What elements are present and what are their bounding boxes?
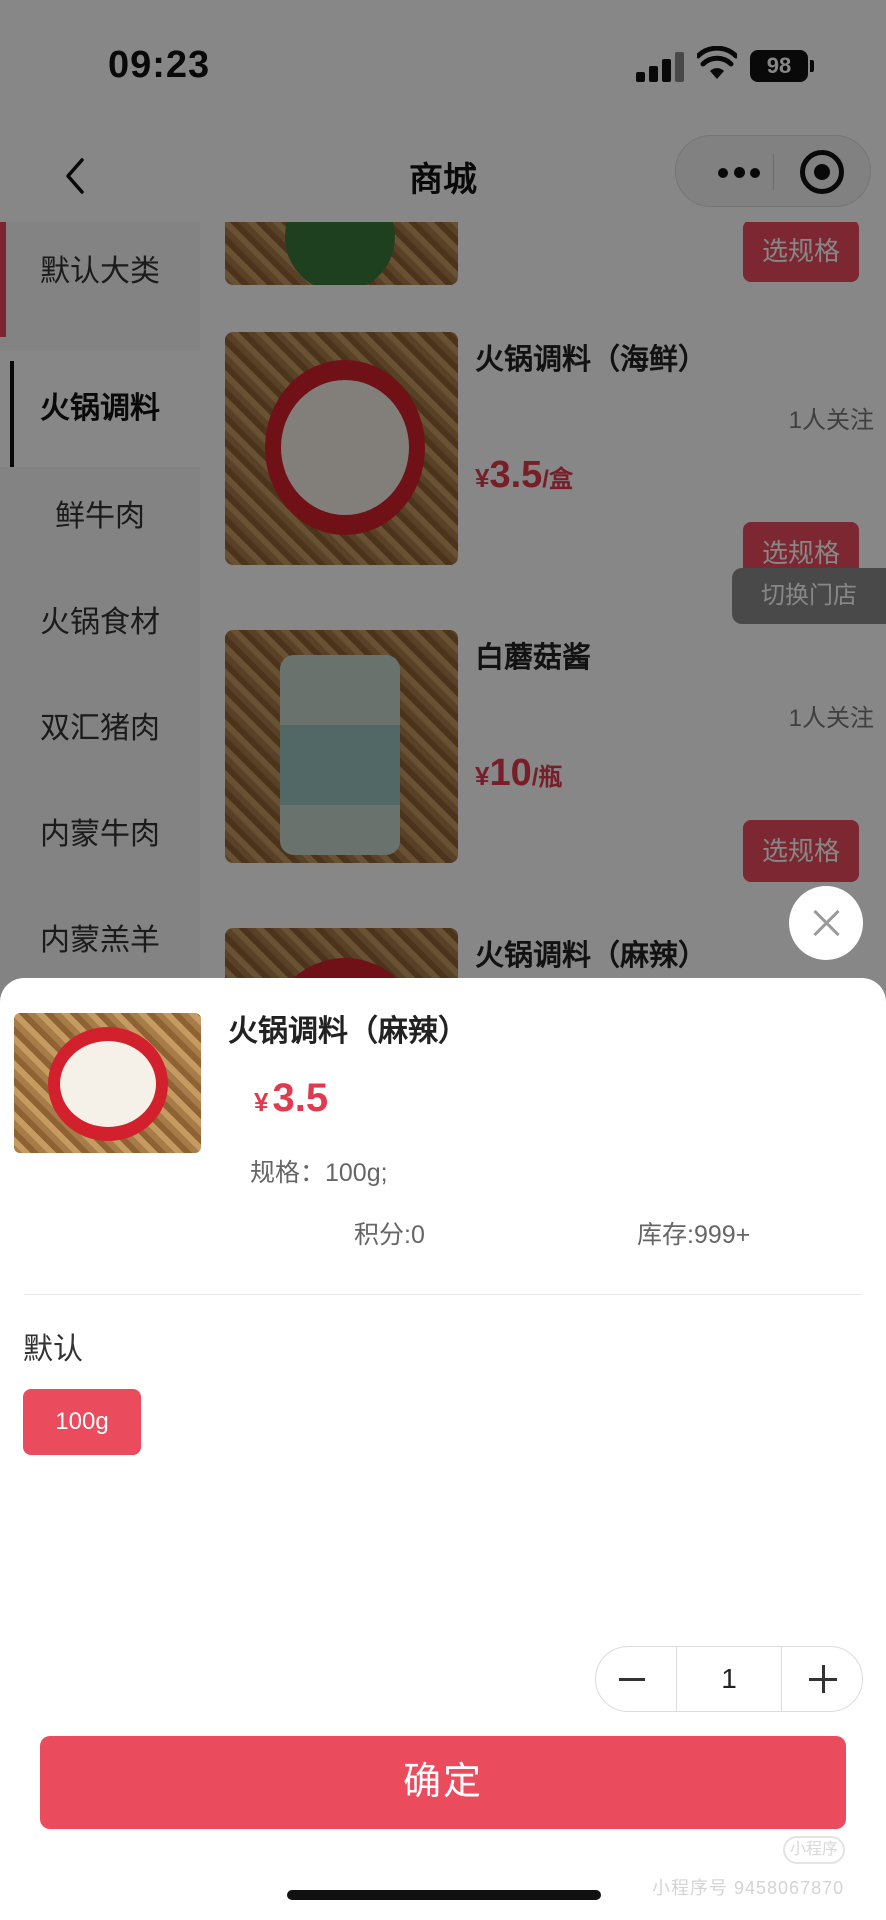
miniprogram-badge: 小程序 (783, 1836, 845, 1864)
quantity-stepper: 1 (595, 1646, 863, 1712)
minus-icon[interactable] (596, 1647, 676, 1711)
plus-icon[interactable] (782, 1647, 864, 1711)
spec-option-100g[interactable]: 100g (23, 1389, 141, 1455)
seal-graphic (48, 1027, 168, 1141)
sheet-points: 积分:0 (354, 1221, 425, 1249)
spec-group-label: 默认 (23, 1333, 83, 1366)
home-indicator (287, 1890, 601, 1900)
quantity-value[interactable]: 1 (676, 1647, 782, 1711)
miniprogram-id: 小程序号 9458067870 (652, 1878, 845, 1898)
spec-sheet: 火锅调料（麻辣） ¥3.5 规格：100g; 积分:0 库存:999+ 默认 1… (0, 978, 886, 1920)
sheet-spec: 规格：100g; (250, 1159, 388, 1187)
sheet-price: ¥3.5 (254, 1076, 329, 1120)
divider (24, 1294, 862, 1295)
sheet-stock: 库存:999+ (637, 1221, 751, 1249)
close-sheet-icon[interactable] (789, 886, 863, 960)
sheet-product-name: 火锅调料（麻辣） (228, 1015, 468, 1048)
sheet-product-image (14, 1013, 201, 1153)
confirm-button[interactable]: 确定 (40, 1736, 846, 1829)
